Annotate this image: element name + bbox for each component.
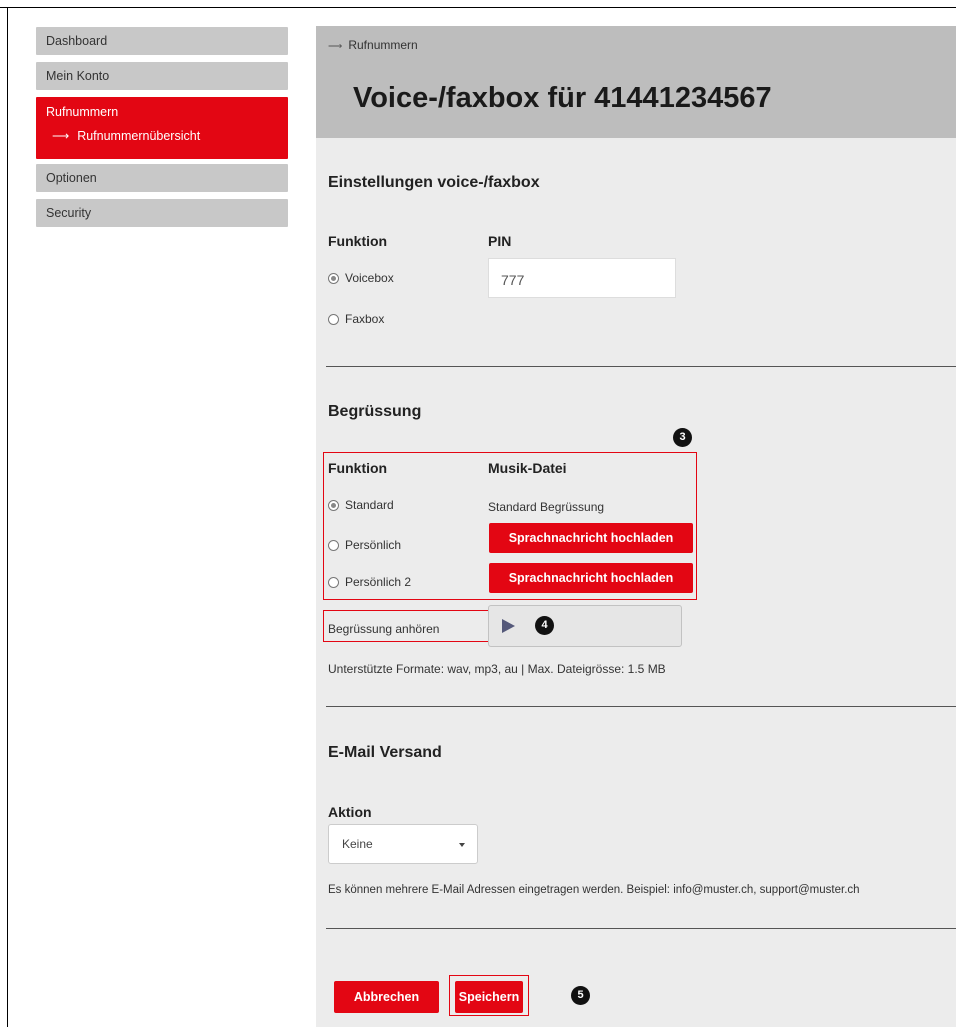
sidebar-subitem-rufnummernuebersicht[interactable]: ⟶ Rufnummernübersicht [46, 129, 288, 143]
radio-voicebox[interactable]: Voicebox [328, 271, 394, 285]
radio-persoenlich-2[interactable]: Persönlich 2 [328, 575, 411, 589]
radio-selected-icon [328, 272, 339, 284]
musik-datei-label: Musik-Datei [488, 460, 567, 476]
annotation-badge-5: 5 [571, 986, 590, 1005]
section-heading-email: E-Mail Versand [328, 744, 442, 761]
radio-label: Faxbox [345, 312, 385, 326]
sidebar-item-label: Rufnummern [46, 105, 119, 119]
breadcrumb: ⟶ Rufnummern [328, 38, 418, 52]
radio-label: Standard [345, 498, 394, 512]
main-panel: ⟶ Rufnummern Voice-/faxbox für 4144123456… [316, 26, 956, 1027]
radio-unselected-icon [328, 313, 339, 325]
divider [326, 366, 956, 367]
divider [326, 706, 956, 707]
page-header: ⟶ Rufnummern Voice-/faxbox für 4144123456… [316, 26, 956, 138]
greeting-funktion-label: Funktion [328, 460, 388, 476]
frame-border-top [0, 7, 956, 8]
section-heading-settings: Einstellungen voice-/faxbox [328, 174, 540, 191]
email-note: Es können mehrere E-Mail Adressen einget… [328, 884, 860, 896]
annotation-badge-4: 4 [535, 616, 554, 635]
sidebar-item-optionen[interactable]: Optionen [36, 164, 288, 192]
radio-label: Persönlich [345, 538, 402, 552]
pin-input[interactable]: 777 [488, 258, 676, 298]
arrow-right-icon: ⟶ [328, 41, 343, 52]
chevron-down-icon [459, 843, 465, 847]
aktion-label: Aktion [328, 804, 372, 820]
upload-button-persoenlich[interactable]: Sprachnachricht hochladen [489, 523, 693, 553]
arrow-right-icon: ⟶ [52, 129, 70, 143]
sidebar-subitem-label: Rufnummernübersicht [77, 129, 201, 143]
upload-button-persoenlich-2[interactable]: Sprachnachricht hochladen [489, 563, 693, 593]
aktion-select[interactable]: Keine [328, 824, 478, 864]
funktion-label: Funktion [328, 233, 388, 249]
radio-label: Voicebox [345, 271, 394, 285]
save-button[interactable]: Speichern [455, 981, 523, 1013]
formats-note: Unterstützte Formate: wav, mp3, au | Max… [328, 662, 666, 676]
cancel-button[interactable]: Abbrechen [334, 981, 439, 1013]
radio-persoenlich[interactable]: Persönlich [328, 538, 401, 552]
select-value: Keine [342, 837, 373, 851]
radio-standard[interactable]: Standard [328, 498, 394, 512]
sidebar-item-rufnummern[interactable]: Rufnummern ⟶ Rufnummernübersicht [36, 97, 288, 159]
listen-label: Begrüssung anhören [328, 622, 440, 636]
radio-faxbox[interactable]: Faxbox [328, 312, 384, 326]
radio-selected-icon [328, 499, 339, 511]
page-title: Voice-/faxbox für 41441234567 [353, 82, 772, 114]
play-icon[interactable] [502, 619, 515, 633]
sidebar-item-mein-konto[interactable]: Mein Konto [36, 62, 288, 90]
breadcrumb-link[interactable]: Rufnummern [348, 38, 417, 52]
radio-unselected-icon [328, 539, 339, 551]
annotation-badge-3: 3 [673, 428, 692, 447]
radio-unselected-icon [328, 576, 339, 588]
sidebar-item-dashboard[interactable]: Dashboard [36, 27, 288, 55]
pin-label: PIN [488, 233, 512, 249]
audio-player [488, 605, 682, 647]
sidebar-item-security[interactable]: Security [36, 199, 288, 227]
divider [326, 928, 956, 929]
radio-label: Persönlich 2 [345, 575, 412, 589]
section-heading-greeting: Begrüssung [328, 403, 422, 420]
frame-border-left [7, 7, 8, 1027]
standard-greeting-text: Standard Begrüssung [488, 500, 605, 514]
